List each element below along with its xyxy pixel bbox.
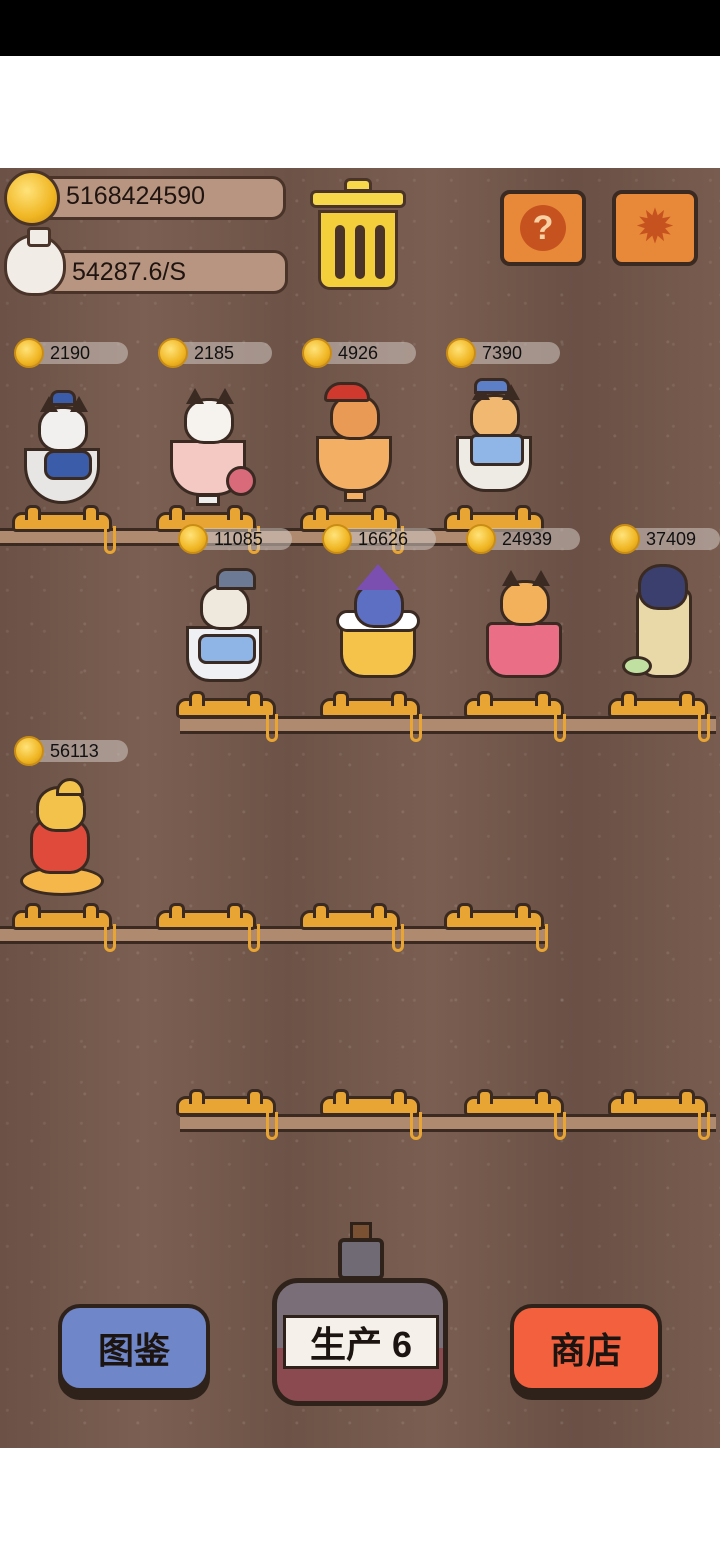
money-bag-icon — [4, 227, 66, 296]
produce-button[interactable]: 生产 6 — [272, 1222, 448, 1406]
coin-icon — [4, 170, 60, 226]
game-area: 5168424590 54287.6/S ? ✹ 2190 2185 4926 … — [0, 168, 720, 1448]
cat-slot-base[interactable] — [12, 505, 112, 532]
cat-slot-base[interactable] — [608, 1089, 708, 1116]
shelf-hook — [104, 526, 116, 554]
shelf-hook — [104, 924, 116, 952]
coin-icon — [466, 524, 496, 554]
golden-cat-on-tray[interactable] — [16, 778, 112, 898]
shelf-hook — [392, 924, 404, 952]
bottle-flask: 生产 6 — [272, 1278, 448, 1406]
cat-slot-base[interactable] — [12, 903, 112, 930]
shelf-hook — [266, 1112, 278, 1140]
price-tag: 2185 — [158, 338, 272, 368]
trash-body — [318, 210, 398, 290]
income-rate: 54287.6/S — [72, 258, 186, 286]
cat-slot-base[interactable] — [444, 903, 544, 930]
shelf-hook — [266, 714, 278, 742]
status-bar — [0, 0, 720, 56]
cat-slot-base[interactable] — [320, 691, 420, 718]
settings-button[interactable]: ✹ — [612, 190, 698, 266]
cat-slot-base[interactable] — [176, 691, 276, 718]
coin-icon — [610, 524, 640, 554]
price-tag: 2190 — [14, 338, 128, 368]
shelf-hook — [698, 1112, 710, 1140]
price-value: 16626 — [358, 529, 409, 549]
coin-icon — [14, 736, 44, 766]
price-value: 4926 — [338, 343, 379, 363]
cat-slot-base[interactable] — [300, 903, 400, 930]
shelf-hook — [248, 924, 260, 952]
rose-cat-in-goblet[interactable] — [160, 382, 256, 506]
price-value: 24939 — [502, 529, 553, 549]
price-value: 2185 — [194, 343, 235, 363]
collection-button[interactable]: 图鉴 — [58, 1304, 210, 1392]
coin-icon — [14, 338, 44, 368]
coin-icon — [178, 524, 208, 554]
price-tag: 56113 — [14, 736, 128, 766]
trash-lid — [310, 190, 406, 208]
price-tag: 24939 — [466, 524, 580, 554]
shop-label: 商店 — [549, 1330, 622, 1371]
black-cat-in-parfait[interactable] — [622, 560, 718, 680]
pirate-cat-in-cocktail[interactable] — [306, 378, 402, 502]
price-value: 37409 — [646, 529, 697, 549]
price-tag: 37409 — [610, 524, 720, 554]
coin-count: 5168424590 — [66, 182, 206, 210]
question-mark-icon: ? — [520, 205, 566, 251]
shelf-hook — [554, 1112, 566, 1140]
produce-label: 生产 6 — [309, 1324, 413, 1365]
price-tag: 7390 — [446, 338, 560, 368]
scholar-cat-in-teacup[interactable] — [446, 378, 542, 498]
coin-icon — [158, 338, 188, 368]
cat-slot-base[interactable] — [464, 691, 564, 718]
shelf-board-4 — [180, 1114, 716, 1132]
shelf-hook — [410, 1112, 422, 1140]
gear-icon: ✹ — [634, 201, 676, 254]
price-tag: 4926 — [302, 338, 416, 368]
trash-can-icon[interactable] — [310, 176, 406, 292]
shelf-board-2 — [180, 716, 716, 734]
help-button[interactable]: ? — [500, 190, 586, 266]
cat-slot-base[interactable] — [176, 1089, 276, 1116]
cat-slot-base[interactable] — [320, 1089, 420, 1116]
price-value: 11085 — [214, 529, 263, 549]
cat-slot-base[interactable] — [464, 1089, 564, 1116]
price-value: 7390 — [482, 343, 523, 363]
cat-slot-base[interactable] — [156, 903, 256, 930]
shelf-hook — [536, 924, 548, 952]
shop-button[interactable]: 商店 — [510, 1304, 662, 1392]
price-value: 2190 — [50, 343, 91, 363]
cat-slot-base[interactable] — [608, 691, 708, 718]
shelf-hook — [410, 714, 422, 742]
coin-icon — [302, 338, 332, 368]
coin-icon — [446, 338, 476, 368]
wizard-cat-in-beer-mug[interactable] — [330, 564, 426, 684]
price-value: 56113 — [50, 741, 99, 761]
price-tag: 16626 — [322, 524, 436, 554]
emperor-cat-in-bowl[interactable] — [14, 390, 110, 510]
shelf-hook — [698, 714, 710, 742]
coin-icon — [322, 524, 352, 554]
detective-cat-in-glass[interactable] — [176, 568, 272, 688]
striped-cat-in-tumbler[interactable] — [476, 564, 572, 684]
shelf-hook — [554, 714, 566, 742]
price-tag: 11085 — [178, 524, 292, 554]
bottle-neck — [338, 1238, 384, 1280]
collection-label: 图鉴 — [97, 1330, 170, 1371]
